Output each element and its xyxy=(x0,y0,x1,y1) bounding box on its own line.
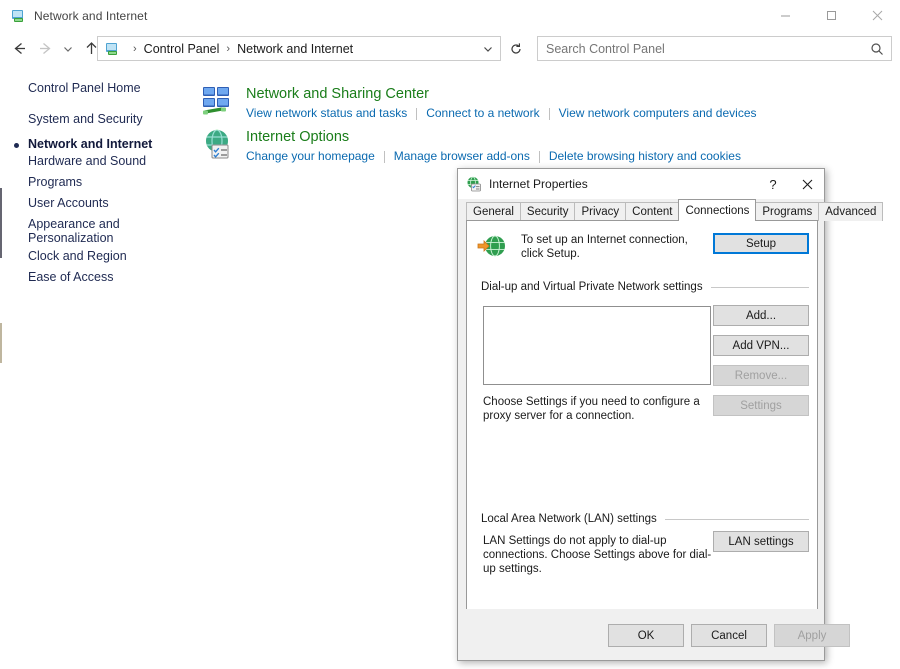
address-control-panel-icon xyxy=(104,41,120,57)
tab-security[interactable]: Security xyxy=(520,202,576,221)
dialog-tabstrip: General Security Privacy Content Connect… xyxy=(466,199,818,221)
address-dropdown-chevron-icon[interactable] xyxy=(482,37,494,60)
link-connect-to-a-network[interactable]: Connect to a network xyxy=(426,106,539,121)
category-network-and-sharing-center: Network and Sharing Center View network … xyxy=(202,85,757,121)
dialog-footer: OK Cancel Apply xyxy=(458,609,824,660)
lan-note: LAN Settings do not apply to dial-up con… xyxy=(483,534,719,576)
sidebar-item-user-accounts[interactable]: User Accounts xyxy=(28,196,109,210)
navigation-pane: Control Panel Home System and Security N… xyxy=(0,68,196,669)
sidebar-item-network-and-internet[interactable]: Network and Internet xyxy=(28,137,152,151)
breadcrumb-item-control-panel[interactable]: Control Panel xyxy=(144,42,220,56)
minimize-button[interactable] xyxy=(762,0,808,31)
sidebar-item-control-panel-home[interactable]: Control Panel Home xyxy=(28,81,141,95)
internet-properties-dialog: Internet Properties ? General Security P… xyxy=(457,168,825,661)
sidebar-item-system-and-security[interactable]: System and Security xyxy=(28,112,143,126)
control-panel-window: Network and Internet xyxy=(0,0,900,669)
internet-connection-icon xyxy=(477,233,507,261)
recent-locations-button[interactable] xyxy=(58,34,78,64)
link-separator xyxy=(549,108,550,120)
link-separator xyxy=(384,151,385,163)
dialog-help-button[interactable]: ? xyxy=(756,169,790,199)
dialog-title-buttons: ? xyxy=(756,169,824,199)
group-rule xyxy=(665,519,809,520)
breadcrumb-separator: › xyxy=(226,43,230,55)
dialup-group-label: Dial-up and Virtual Private Network sett… xyxy=(481,281,809,293)
search-input[interactable]: Search Control Panel xyxy=(546,42,665,56)
tab-privacy[interactable]: Privacy xyxy=(574,202,626,221)
maximize-button[interactable] xyxy=(808,0,854,31)
link-separator xyxy=(539,151,540,163)
link-view-network-status-and-tasks[interactable]: View network status and tasks xyxy=(246,106,407,121)
apply-button: Apply xyxy=(774,624,850,647)
search-icon[interactable] xyxy=(870,37,884,60)
link-separator xyxy=(416,108,417,120)
nav-edge-marker-secondary xyxy=(0,323,2,363)
link-manage-browser-add-ons[interactable]: Manage browser add-ons xyxy=(394,149,530,164)
category-title[interactable]: Internet Options xyxy=(246,128,741,146)
internet-options-icon xyxy=(202,128,234,160)
lan-group-label-text: Local Area Network (LAN) settings xyxy=(481,513,657,525)
category-links: View network status and tasks Connect to… xyxy=(246,106,757,121)
lan-settings-button[interactable]: LAN settings xyxy=(713,531,809,552)
dialog-titlebar: Internet Properties ? xyxy=(458,169,824,199)
category-internet-options: Internet Options Change your homepage Ma… xyxy=(202,128,741,164)
add-button[interactable]: Add... xyxy=(713,305,809,326)
back-button[interactable] xyxy=(6,34,32,64)
search-box[interactable]: Search Control Panel xyxy=(537,36,892,61)
dialup-group-label-text: Dial-up and Virtual Private Network sett… xyxy=(481,281,703,293)
category-title[interactable]: Network and Sharing Center xyxy=(246,85,757,103)
connections-tab-panel: To set up an Internet connection, click … xyxy=(466,220,818,610)
sidebar-item-ease-of-access[interactable]: Ease of Access xyxy=(28,270,113,284)
tab-content[interactable]: Content xyxy=(625,202,679,221)
tab-advanced[interactable]: Advanced xyxy=(818,202,883,221)
forward-button[interactable] xyxy=(32,34,58,64)
nav-edge-marker xyxy=(0,188,2,258)
sidebar-item-hardware-and-sound[interactable]: Hardware and Sound xyxy=(28,154,146,168)
link-view-network-computers-and-devices[interactable]: View network computers and devices xyxy=(559,106,757,121)
category-links: Change your homepage Manage browser add-… xyxy=(246,149,741,164)
tab-programs[interactable]: Programs xyxy=(755,202,819,221)
proxy-note: Choose Settings if you need to configure… xyxy=(483,395,705,423)
tab-connections[interactable]: Connections xyxy=(678,199,756,221)
refresh-button[interactable] xyxy=(503,36,529,61)
link-change-your-homepage[interactable]: Change your homepage xyxy=(246,149,375,164)
setup-button[interactable]: Setup xyxy=(713,233,809,254)
add-vpn-button[interactable]: Add VPN... xyxy=(713,335,809,356)
cancel-button[interactable]: Cancel xyxy=(691,624,767,647)
breadcrumb-item-network-and-internet[interactable]: Network and Internet xyxy=(237,42,353,56)
dialog-close-button[interactable] xyxy=(790,169,824,199)
window-controls xyxy=(762,0,900,31)
sidebar-item-programs[interactable]: Programs xyxy=(28,175,82,189)
setup-description: To set up an Internet connection, click … xyxy=(521,233,699,261)
control-panel-icon xyxy=(10,8,26,24)
sidebar-item-clock-and-region[interactable]: Clock and Region xyxy=(28,249,127,263)
group-rule xyxy=(711,287,809,288)
sidebar-item-appearance-and-personalization[interactable]: Appearance and Personalization xyxy=(28,217,120,245)
lan-group-label: Local Area Network (LAN) settings xyxy=(481,513,809,525)
close-button[interactable] xyxy=(854,0,900,31)
sidebar-current-bullet-icon xyxy=(14,143,19,148)
ok-button[interactable]: OK xyxy=(608,624,684,647)
network-sharing-icon xyxy=(202,85,234,117)
address-bar[interactable]: › Control Panel › Network and Internet xyxy=(97,36,501,61)
dialup-connections-list[interactable] xyxy=(483,306,711,385)
proxy-settings-button: Settings xyxy=(713,395,809,416)
breadcrumb-separator: › xyxy=(133,43,137,55)
tab-general[interactable]: General xyxy=(466,202,521,221)
internet-properties-icon xyxy=(466,176,482,192)
window-title: Network and Internet xyxy=(34,9,147,23)
dialog-title: Internet Properties xyxy=(489,177,588,191)
remove-button: Remove... xyxy=(713,365,809,386)
window-titlebar: Network and Internet xyxy=(0,0,900,31)
link-delete-browsing-history-and-cookies[interactable]: Delete browsing history and cookies xyxy=(549,149,741,164)
